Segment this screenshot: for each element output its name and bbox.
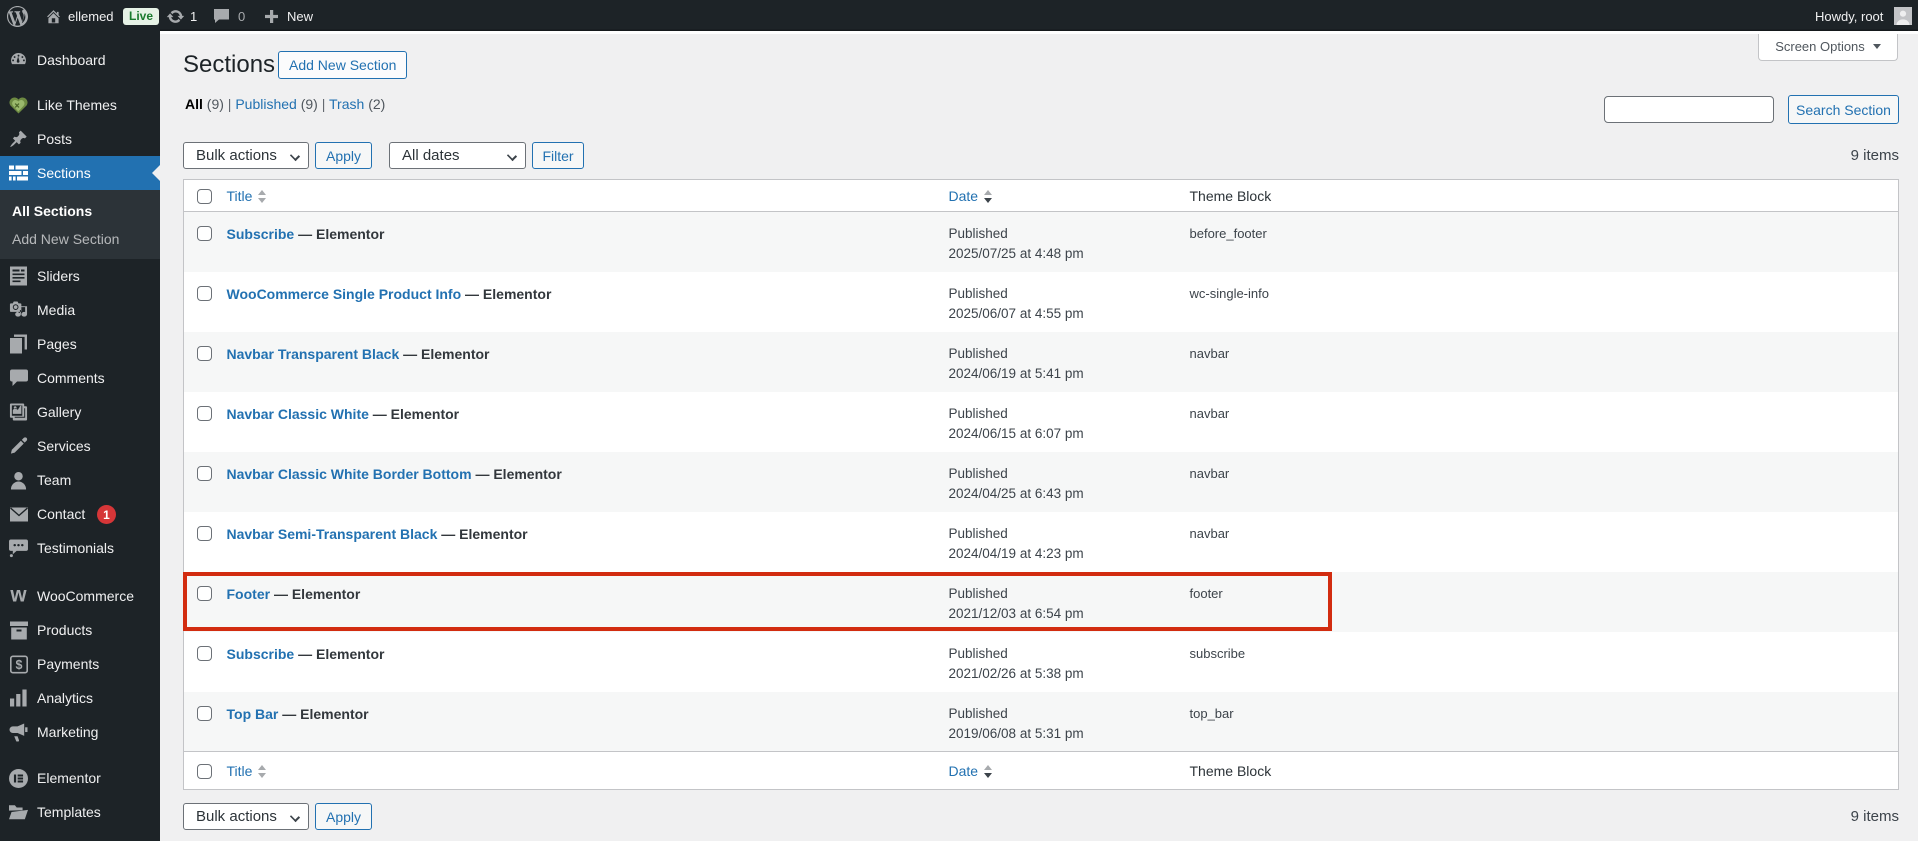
svg-text:$: $ [15, 658, 22, 672]
svg-text:w: w [9, 588, 27, 604]
